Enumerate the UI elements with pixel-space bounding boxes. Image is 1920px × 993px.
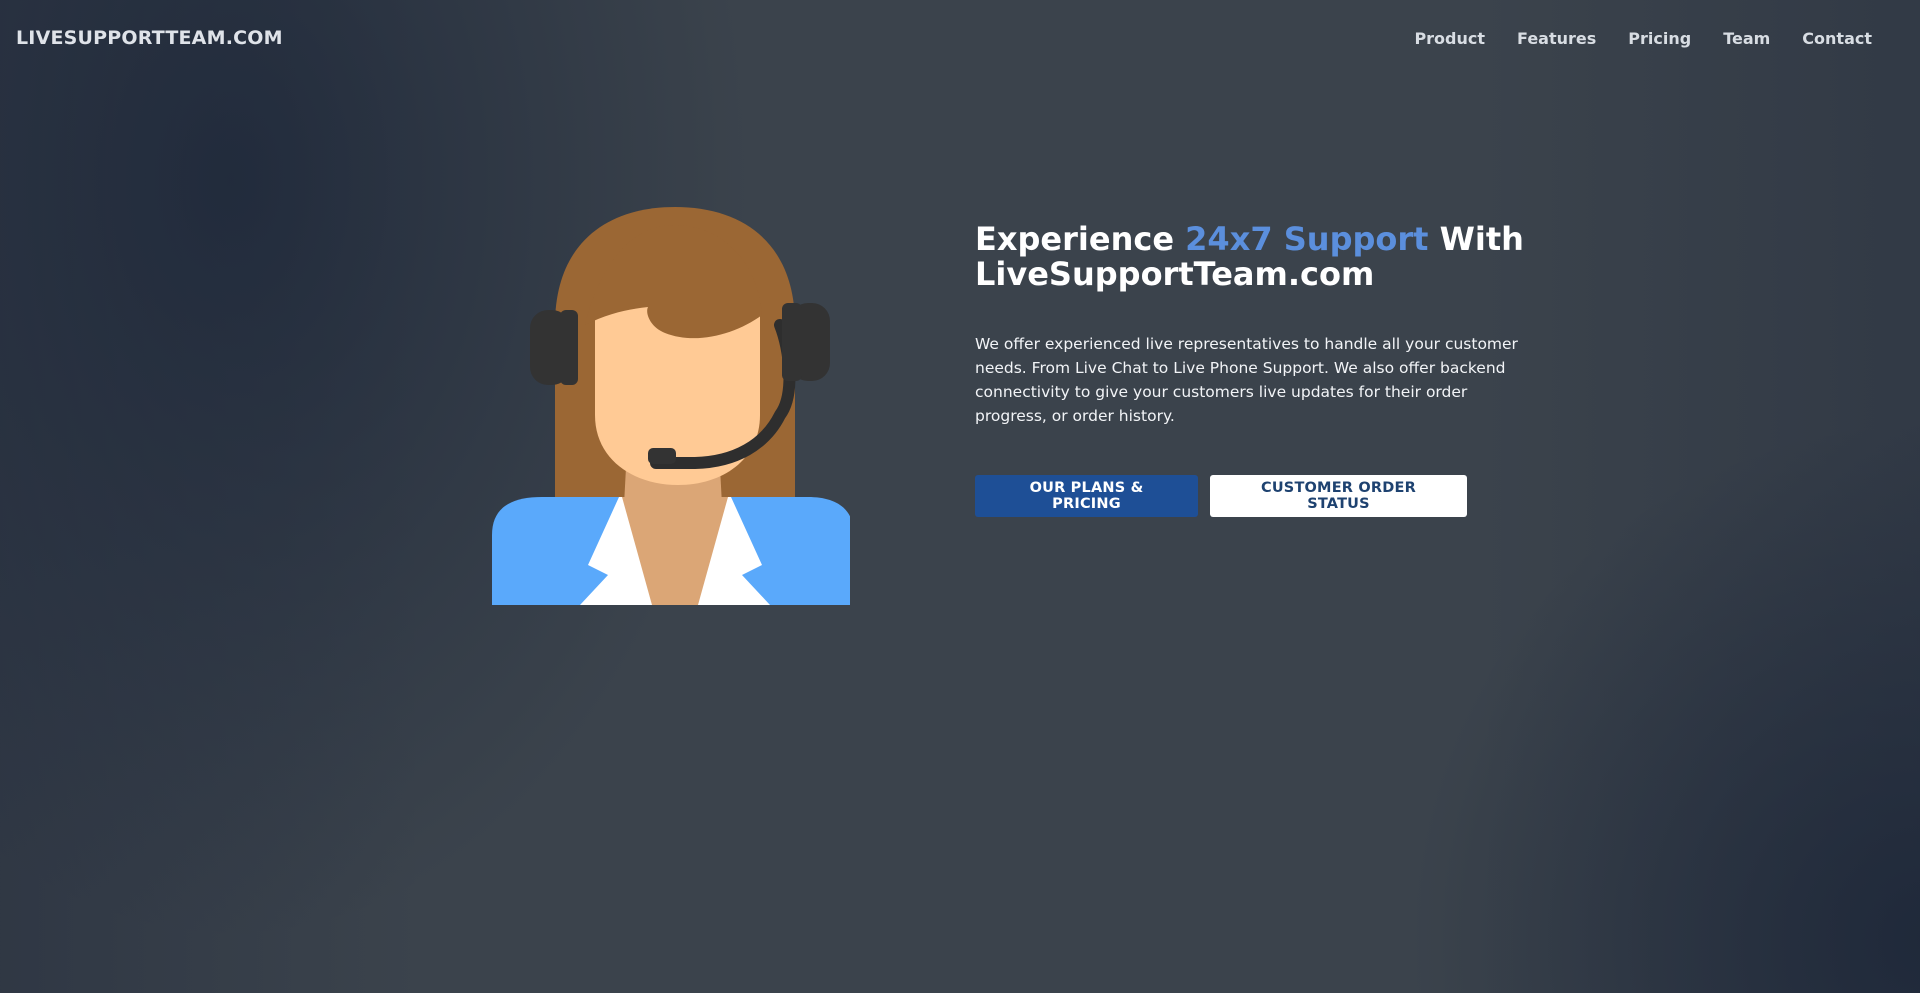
headline-line2: LiveSupportTeam.com <box>975 255 1375 293</box>
landing-page: LIVESUPPORTTEAM.COM Product Features Pri… <box>0 0 1920 993</box>
nav-link-contact[interactable]: Contact <box>1786 29 1888 48</box>
headline-part1: Experience <box>975 220 1186 258</box>
plans-pricing-button[interactable]: OUR PLANS & PRICING <box>975 475 1198 517</box>
nav-links: Product Features Pricing Team Contact <box>1398 29 1888 48</box>
hero-description: We offer experienced live representative… <box>975 335 1518 425</box>
nav-link-pricing[interactable]: Pricing <box>1612 29 1707 48</box>
cta-buttons: OUR PLANS & PRICING CUSTOMER ORDER STATU… <box>975 475 1535 517</box>
nav-link-features[interactable]: Features <box>1501 29 1612 48</box>
headline-part2: With <box>1428 220 1524 258</box>
brand-logo-link[interactable]: LIVESUPPORTTEAM.COM <box>16 27 283 49</box>
headline-accent: 24x7 Support <box>1185 220 1429 258</box>
order-status-button[interactable]: CUSTOMER ORDER STATUS <box>1210 475 1467 517</box>
nav-link-product[interactable]: Product <box>1398 29 1501 48</box>
hero-section: Experience 24x7 Support With LiveSupport… <box>975 222 1535 517</box>
support-agent-headset-icon <box>490 205 854 605</box>
nav-link-team[interactable]: Team <box>1707 29 1786 48</box>
hero-headline: Experience 24x7 Support With LiveSupport… <box>975 222 1535 292</box>
top-navbar: LIVESUPPORTTEAM.COM Product Features Pri… <box>0 0 1920 78</box>
